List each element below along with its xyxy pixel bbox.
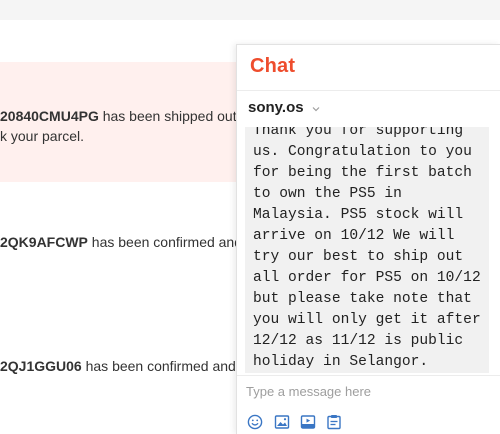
message-line: to own the PS5 in <box>253 186 402 202</box>
message-line: us. Congratulation to you <box>253 144 472 160</box>
top-strip <box>0 0 500 20</box>
emoji-icon[interactable] <box>247 414 263 430</box>
message-line: you will only get it after <box>253 312 481 328</box>
image-icon[interactable] <box>274 414 290 430</box>
order-icon[interactable] <box>326 414 342 430</box>
chat-header: Chat <box>237 45 500 91</box>
message-list[interactable]: Thank you for supporting us. Congratulati… <box>237 127 500 375</box>
message-line: for being the first batch <box>253 165 472 181</box>
chevron-down-icon <box>311 101 321 112</box>
message-bubble: Thank you for supporting us. Congratulati… <box>245 127 489 373</box>
scrollbar[interactable] <box>490 127 499 375</box>
message-line: all order for PS5 on 10/12 <box>253 270 481 286</box>
contact-selector[interactable]: sony.os <box>237 91 500 127</box>
video-icon[interactable] <box>300 414 316 430</box>
message-line: try our best to ship out <box>253 249 464 265</box>
message-line: but please take note that <box>253 291 472 307</box>
chat-title: Chat <box>250 55 296 77</box>
composer <box>237 375 500 434</box>
order-id: 2QK9AFCWP <box>0 234 88 250</box>
message-line: 12/12 as 11/12 is public <box>253 333 464 349</box>
notification-text: has been shipped out <box>98 108 237 124</box>
message-line: holiday in Selangor. <box>253 354 429 370</box>
notification-text: has been confirmed and <box>87 234 243 250</box>
order-id: 2QJ1GGU06 <box>0 358 82 374</box>
notification-text: has been confirmed and <box>81 358 236 374</box>
order-id: 20840CMU4PG <box>0 108 99 124</box>
chat-window: Chat sony.os Thank you for supporting us.… <box>236 44 500 434</box>
message-line: Thank you for supporting <box>253 127 464 139</box>
message-input[interactable] <box>246 381 486 401</box>
contact-name: sony.os <box>248 99 304 116</box>
message-line: Malaysia. PS5 stock will <box>253 207 464 223</box>
message-line: arrive on 10/12 We will <box>253 228 455 244</box>
